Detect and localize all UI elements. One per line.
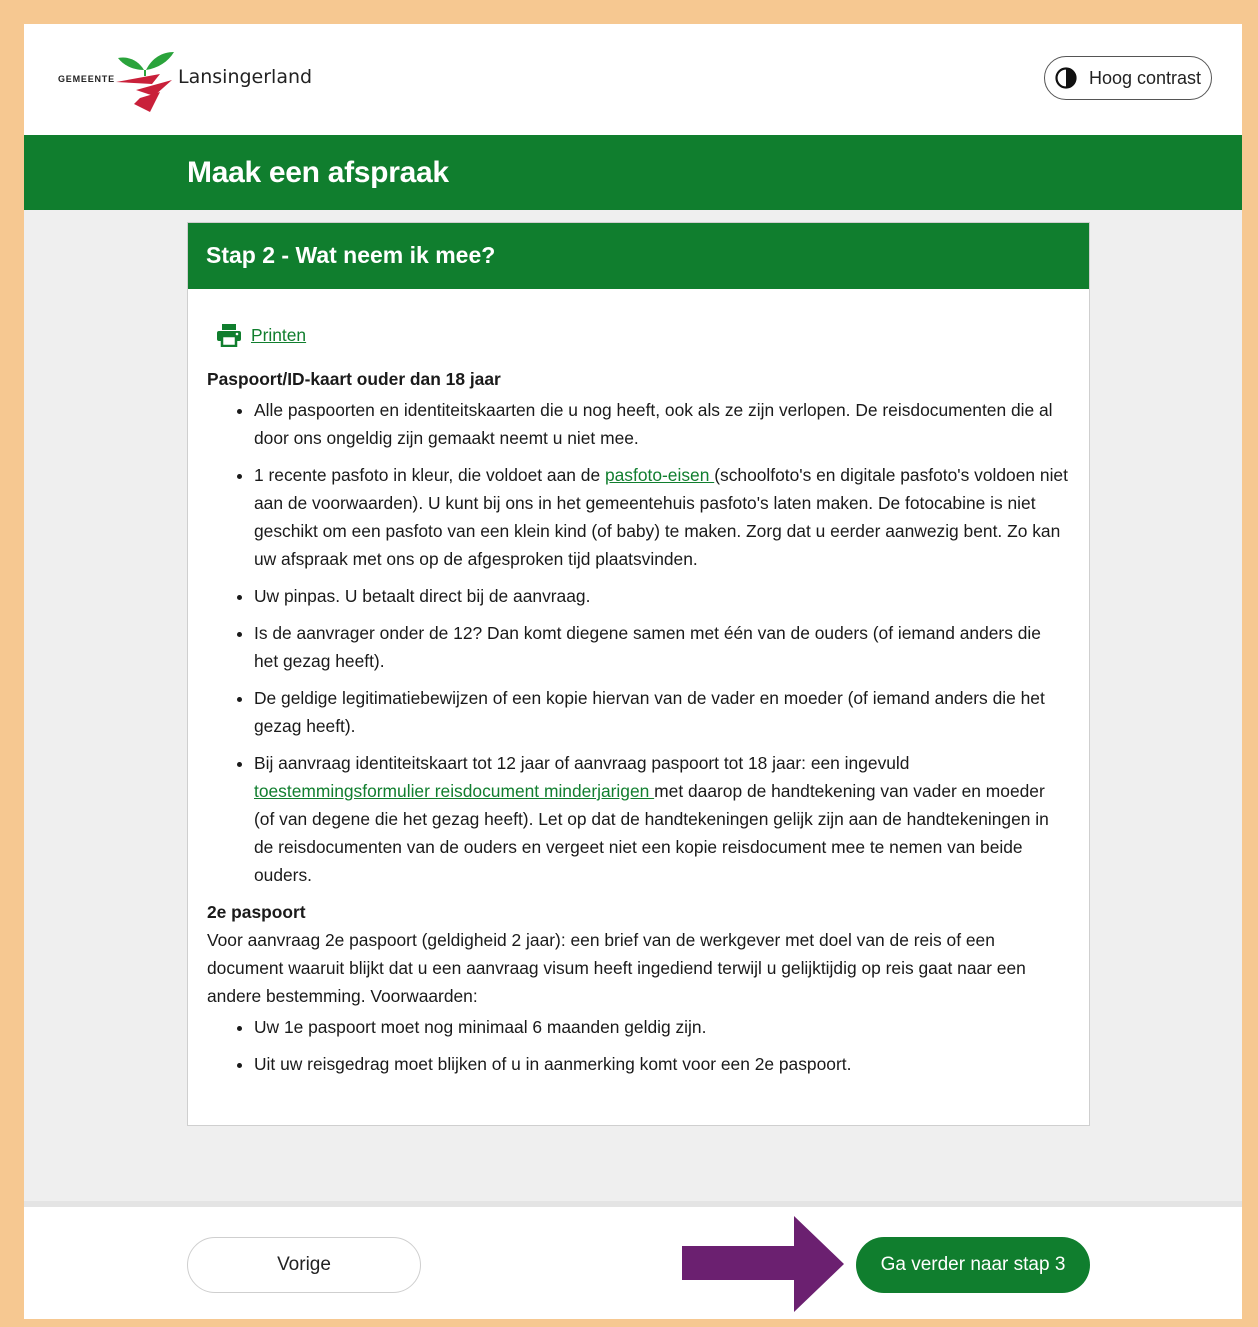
contrast-icon <box>1055 67 1077 89</box>
page-title: Maak een afspraak <box>187 156 449 189</box>
high-contrast-button[interactable]: Hoog contrast <box>1044 56 1212 100</box>
step-content: Printen Paspoort/ID-kaart ouder dan 18 j… <box>188 289 1089 1078</box>
list-item: Alle paspoorten en identiteitskaarten di… <box>254 396 1069 452</box>
list-item: 1 recente pasfoto in kleur, die voldoet … <box>254 461 1069 573</box>
second-passport-intro: Voor aanvraag 2e paspoort (geldigheid 2 … <box>207 930 1026 1006</box>
app-frame: GEMEENTE Lansingerland Hoog contrast Maa… <box>24 24 1242 1319</box>
passport-requirements-list: Alle paspoorten en identiteitskaarten di… <box>207 396 1069 889</box>
logo-mark-icon <box>116 52 174 112</box>
list-item-text: Bij aanvraag identiteitskaart tot 12 jaa… <box>254 753 910 773</box>
previous-button[interactable]: Vorige <box>187 1237 421 1293</box>
top-bar: GEMEENTE Lansingerland Hoog contrast <box>24 24 1242 135</box>
page-title-bar: Maak een afspraak <box>24 135 1242 210</box>
list-item: Uw 1e paspoort moet nog minimaal 6 maand… <box>254 1013 1069 1041</box>
logo-name: Lansingerland <box>178 66 313 88</box>
list-item: Uw pinpas. U betaalt direct bij de aanvr… <box>254 582 1069 610</box>
municipality-logo[interactable]: GEMEENTE Lansingerland <box>58 48 318 116</box>
list-item: Uit uw reisgedrag moet blijken of u in a… <box>254 1050 1069 1078</box>
list-item-text: 1 recente pasfoto in kleur, die voldoet … <box>254 465 605 485</box>
next-step-button[interactable]: Ga verder naar stap 3 <box>856 1237 1090 1293</box>
list-item: Is de aanvrager onder de 12? Dan komt di… <box>254 619 1069 675</box>
section-heading-second-passport: 2e paspoort <box>207 902 306 922</box>
print-link-row[interactable]: Printen <box>216 321 1069 349</box>
high-contrast-label: Hoog contrast <box>1089 67 1202 88</box>
pasfoto-eisen-link[interactable]: pasfoto-eisen <box>605 465 714 485</box>
step-card: Stap 2 - Wat neem ik mee? Printen Paspoo… <box>187 222 1090 1126</box>
logo-prefix: GEMEENTE <box>58 74 115 84</box>
arrow-right-icon <box>682 1216 844 1312</box>
step-title: Stap 2 - Wat neem ik mee? <box>188 223 1089 289</box>
navigation-footer: Vorige Ga verder naar stap 3 <box>24 1201 1242 1319</box>
consent-form-link[interactable]: toestemmingsformulier reisdocument minde… <box>254 781 654 801</box>
list-item: Bij aanvraag identiteitskaart tot 12 jaa… <box>254 749 1069 889</box>
printer-icon[interactable] <box>216 323 242 347</box>
second-passport-conditions-list: Uw 1e paspoort moet nog minimaal 6 maand… <box>207 1013 1069 1078</box>
list-item: De geldige legitimatiebewijzen of een ko… <box>254 684 1069 740</box>
print-link[interactable]: Printen <box>251 321 306 349</box>
section-heading-passport: Paspoort/ID-kaart ouder dan 18 jaar <box>207 369 501 389</box>
